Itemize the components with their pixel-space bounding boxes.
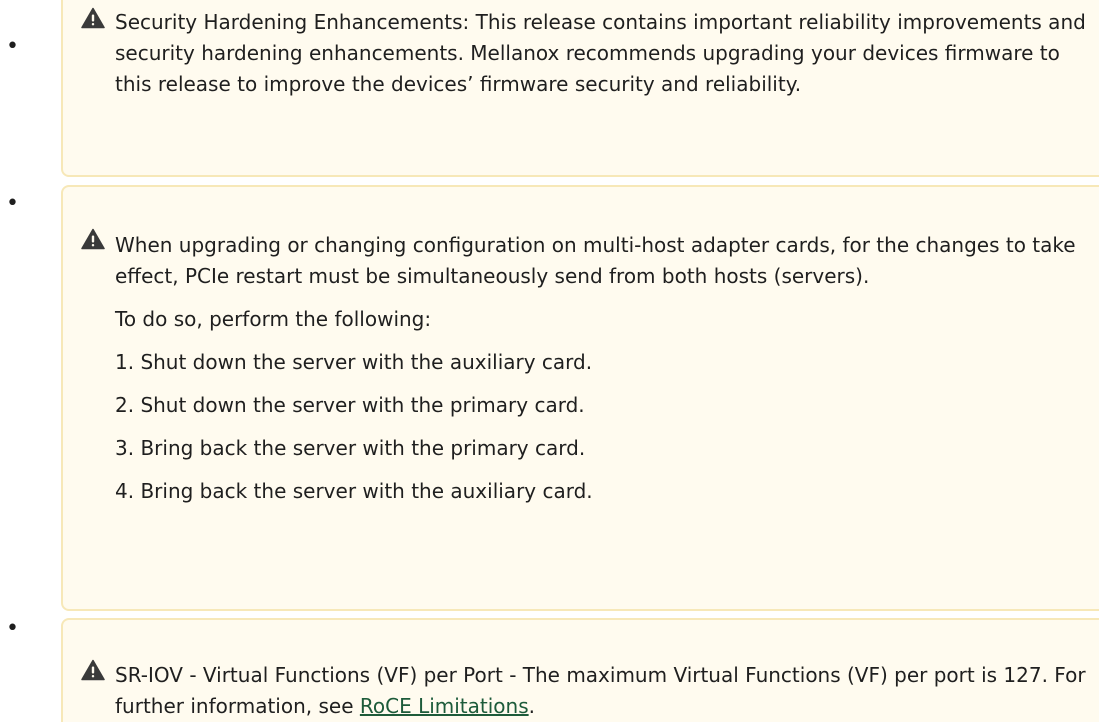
- roce-limitations-link[interactable]: RoCE Limitations: [360, 694, 529, 718]
- warning-triangle-icon: [81, 228, 105, 250]
- warning-note-multi-host: When upgrading or changing configuration…: [61, 185, 1099, 611]
- list-bullet: •: [6, 34, 19, 59]
- note-text: Security Hardening Enhancements: This re…: [115, 10, 1086, 96]
- note-step-3: 3. Bring back the server with the primar…: [115, 436, 586, 460]
- note-step-1: 1. Shut down the server with the auxilia…: [115, 350, 593, 374]
- note-text: SR-IOV - Virtual Functions (VF) per Port…: [115, 660, 1089, 722]
- note-step-2: 2. Shut down the server with the primary…: [115, 393, 585, 417]
- note-body: When upgrading or changing configuration…: [115, 230, 1089, 507]
- list-bullet: •: [6, 616, 19, 641]
- warning-triangle-icon: [81, 7, 105, 29]
- note-text-after-link: .: [528, 694, 535, 718]
- warning-note-sr-iov: SR-IOV - Virtual Functions (VF) per Port…: [61, 618, 1099, 722]
- warning-note-security-hardening: Security Hardening Enhancements: This re…: [61, 0, 1099, 177]
- warning-triangle-icon: [81, 659, 105, 681]
- note-step-4: 4. Bring back the server with the auxili…: [115, 479, 593, 503]
- note-text: When upgrading or changing configuration…: [115, 233, 1076, 288]
- list-bullet: •: [6, 191, 19, 216]
- note-text-before-link: SR-IOV - Virtual Functions (VF) per Port…: [115, 663, 1086, 718]
- note-intro: To do so, perform the following:: [115, 307, 432, 331]
